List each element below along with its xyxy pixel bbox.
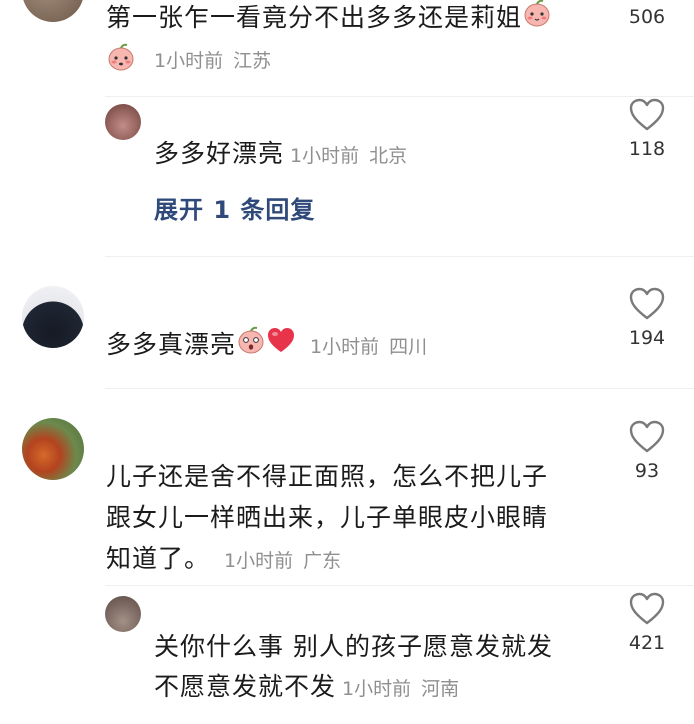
- comment-time: 1小时前: [342, 678, 412, 700]
- heart-outline-icon: [629, 287, 665, 320]
- peach-face-icon: [106, 42, 136, 80]
- avatar[interactable]: [22, 0, 84, 22]
- red-heart-icon: [266, 326, 296, 366]
- divider: [105, 388, 694, 389]
- heart-outline-icon: [629, 592, 665, 625]
- like-count: 194: [628, 327, 666, 349]
- like-button[interactable]: 506: [617, 6, 677, 28]
- divider: [105, 585, 694, 586]
- comment-location: 四川: [389, 336, 428, 358]
- heart-outline-icon: [629, 98, 665, 131]
- comment-text: 多多真漂亮 1小时前 四川: [106, 325, 427, 367]
- comment-location: 河南: [421, 678, 460, 700]
- like-count: 421: [628, 632, 666, 654]
- comment-location: 广东: [303, 550, 342, 572]
- heart-outline-icon: [629, 420, 665, 453]
- like-button[interactable]: 93: [617, 420, 677, 482]
- comment-time: 1小时前: [154, 49, 224, 72]
- divider: [105, 256, 694, 257]
- comment-time: 1小时前: [290, 145, 360, 167]
- like-button[interactable]: 421: [617, 592, 677, 654]
- divider: [105, 96, 694, 97]
- comment-list: 第一张乍一看竟分不出多多还是莉姐 1小时前 江苏 506 多多好漂亮 1小时前 北京 …: [0, 0, 694, 724]
- reply-text: 关你什么事 别人的孩子愿意发就发 不愿意发就不发 1小时前 河南: [154, 632, 553, 701]
- comment-location: 江苏: [233, 49, 272, 72]
- like-count: 506: [628, 6, 666, 28]
- comment-text: 第一张乍一看竟分不出多多还是莉姐: [106, 0, 552, 40]
- avatar[interactable]: [105, 596, 141, 632]
- comment-meta: 1小时前 江苏: [106, 42, 271, 80]
- avatar[interactable]: [22, 286, 84, 348]
- reply-text: 多多好漂亮 1小时前 北京: [154, 139, 408, 168]
- expand-replies-link[interactable]: 展开 1 条回复: [154, 190, 315, 225]
- avatar[interactable]: [105, 104, 141, 140]
- peach-face-icon: [522, 0, 552, 40]
- comment-time: 1小时前: [310, 336, 380, 358]
- like-count: 93: [634, 460, 660, 482]
- comment-text: 儿子还是舍不得正面照，怎么不把儿子 跟女儿一样晒出来，儿子单眼皮小眼睛 知道了。…: [106, 462, 549, 573]
- comment-time: 1小时前: [224, 550, 294, 572]
- avatar[interactable]: [22, 418, 84, 480]
- peach-face-icon: [236, 325, 266, 367]
- like-count: 118: [628, 138, 666, 160]
- like-button[interactable]: 118: [617, 98, 677, 160]
- comment-location: 北京: [369, 145, 408, 167]
- like-button[interactable]: 194: [617, 287, 677, 349]
